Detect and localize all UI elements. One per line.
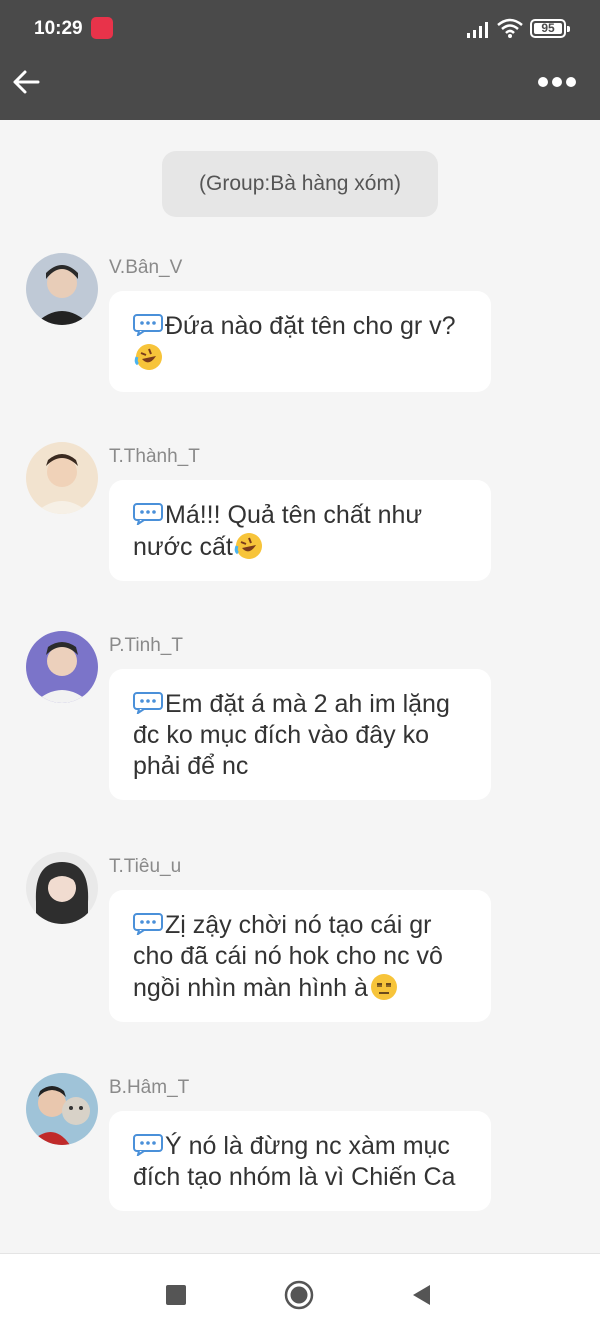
more-options-icon[interactable] <box>536 70 588 94</box>
message-bubble[interactable]: Đứa nào đặt tên cho gr v? <box>109 291 491 392</box>
mangatoon-app-icon <box>91 17 113 39</box>
message-text: Má!!! Quả tên chất như nước cất <box>133 501 423 561</box>
speech-balloon-icon <box>133 1134 163 1156</box>
message-bubble[interactable]: Ý nó là đừng nc xàm mục đích tạo nhóm là… <box>109 1111 491 1211</box>
signal-icon <box>467 22 488 38</box>
message-text: Ý nó là đừng nc xàm mục đích tạo nhóm là… <box>133 1132 456 1191</box>
status-time: 10:29 <box>34 18 83 39</box>
speech-balloon-icon <box>133 913 163 935</box>
status-bar: 10:29 95 <box>0 0 600 58</box>
speech-balloon-icon <box>133 503 163 525</box>
back-arrow-icon[interactable] <box>8 64 44 100</box>
wifi-icon <box>497 18 523 38</box>
sender-name: T.Thành_T <box>109 446 200 467</box>
recent-apps-button[interactable] <box>166 1285 186 1305</box>
battery-icon: 95 <box>530 19 570 38</box>
message-bubble[interactable]: Em đặt á mà 2 ah im lặng đc ko mục đích … <box>109 669 491 800</box>
avatar[interactable] <box>26 631 98 703</box>
sender-name: B.Hâm_T <box>109 1077 190 1098</box>
avatar[interactable] <box>26 852 98 924</box>
message-bubble[interactable]: Má!!! Quả tên chất như nước cất <box>109 480 491 581</box>
battery-level: 95 <box>534 22 562 34</box>
rolling-laughing-emoji-icon <box>234 533 262 559</box>
nav-back-button[interactable] <box>410 1283 432 1307</box>
message-bubble[interactable]: Zị zậy chời nó tạo cái gr cho đã cái nó … <box>109 890 491 1022</box>
message-text: Em đặt á mà 2 ah im lặng đc ko mục đích … <box>133 690 450 780</box>
sender-name: P.Tinh_T <box>109 635 183 656</box>
system-nav-bar <box>0 1253 600 1333</box>
message-text: Đứa nào đặt tên cho gr v? <box>165 312 456 340</box>
expressionless-face-emoji-icon <box>370 974 397 1000</box>
rolling-laughing-emoji-icon <box>134 344 162 370</box>
group-name-notice: (Group:Bà hàng xóm) <box>162 151 438 217</box>
home-button[interactable] <box>284 1280 314 1310</box>
sender-name: V.Bân_V <box>109 257 183 278</box>
chat-area: (Group:Bà hàng xóm) V.Bân_V Đứa nào đặt … <box>0 120 600 1253</box>
avatar[interactable] <box>26 1073 98 1145</box>
speech-balloon-icon <box>133 314 163 336</box>
avatar[interactable] <box>26 442 98 514</box>
sender-name: T.Tiêu_u <box>109 856 182 877</box>
speech-balloon-icon <box>133 692 163 714</box>
avatar[interactable] <box>26 253 98 325</box>
app-bar <box>0 58 600 120</box>
